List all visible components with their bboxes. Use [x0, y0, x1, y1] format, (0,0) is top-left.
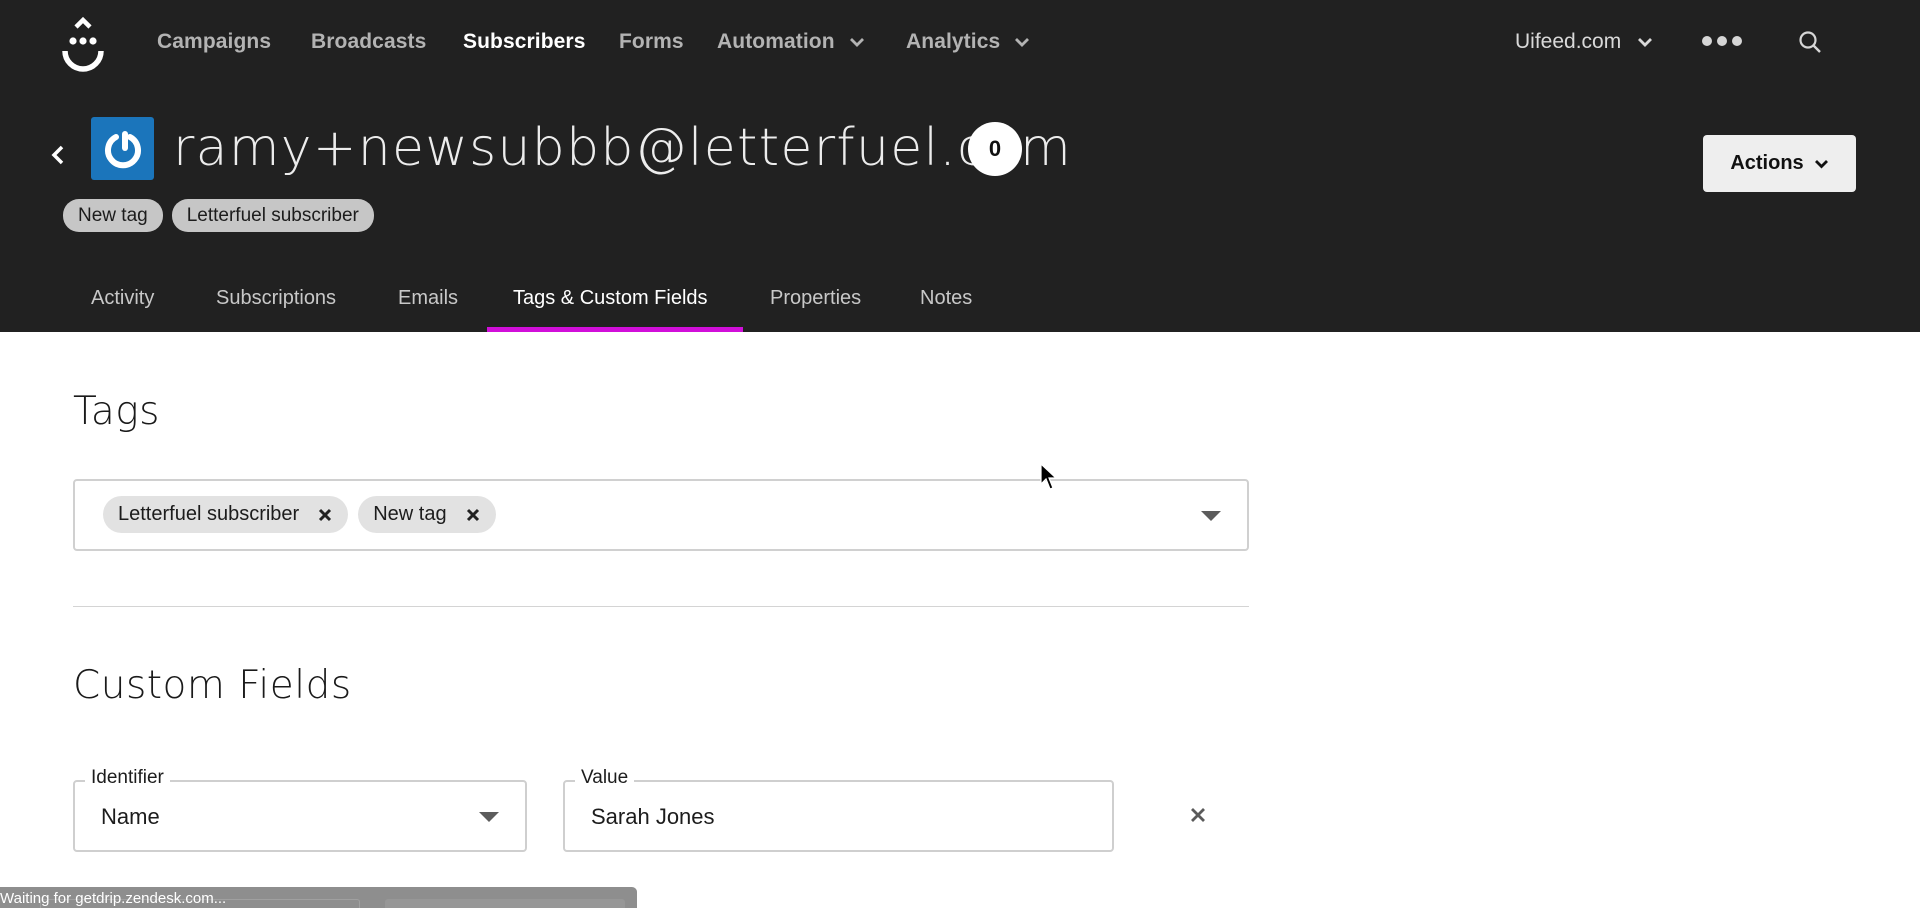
selected-tags: Letterfuel subscriber New tag — [103, 496, 496, 533]
header-tag-list: New tag Letterfuel subscriber — [63, 199, 374, 232]
remove-field-icon[interactable] — [1189, 806, 1207, 824]
browser-status-bar: Waiting for getdrip.zendesk.com... — [0, 887, 637, 908]
value-input-text[interactable]: Sarah Jones — [591, 804, 715, 830]
subscriber-email: ramy+newsubbb@letterfuel.com — [173, 118, 1073, 178]
tags-heading: Tags — [73, 389, 160, 434]
chevron-down-icon — [1638, 38, 1653, 47]
identifier-value: Name — [101, 804, 160, 829]
back-chevron-icon[interactable] — [48, 143, 68, 167]
avatar — [91, 117, 154, 180]
tag-chip-label: New tag — [373, 503, 447, 525]
remove-tag-icon[interactable] — [317, 507, 333, 523]
header-tag[interactable]: Letterfuel subscriber — [171, 199, 374, 232]
tag-chip: New tag — [358, 496, 496, 533]
tab-tags-custom-fields[interactable]: Tags & Custom Fields — [513, 287, 708, 310]
drip-logo-icon[interactable] — [60, 16, 106, 74]
nav-broadcasts[interactable]: Broadcasts — [311, 30, 426, 54]
actions-label: Actions — [1730, 152, 1804, 174]
status-text: Waiting for getdrip.zendesk.com... — [0, 890, 227, 907]
actions-button[interactable]: Actions — [1703, 135, 1856, 192]
identifier-select[interactable]: Identifier Name — [73, 767, 527, 852]
nav-label: Campaigns — [157, 30, 272, 53]
lead-score-badge: 0 — [968, 122, 1022, 176]
tag-chip-label: Letterfuel subscriber — [118, 503, 300, 525]
account-switcher[interactable]: Uifeed.com — [1515, 30, 1653, 54]
remove-tag-icon[interactable] — [465, 507, 481, 523]
power-icon — [104, 130, 141, 168]
nav-analytics[interactable]: Analytics — [906, 30, 1030, 54]
caret-down-icon[interactable] — [1201, 511, 1221, 521]
status-bar-decoration — [385, 899, 625, 908]
subscriber-tabs: Activity Subscriptions Emails Tags & Cus… — [0, 270, 1920, 332]
value-field[interactable]: Value Sarah Jones — [563, 767, 1114, 852]
nav-label: Analytics — [906, 30, 1001, 53]
account-name: Uifeed.com — [1515, 30, 1622, 53]
chevron-down-icon — [1015, 38, 1030, 47]
more-horizontal-icon[interactable] — [1702, 36, 1742, 46]
identifier-label: Identifier — [85, 767, 170, 789]
nav-label: Subscribers — [463, 30, 586, 53]
nav-subscribers[interactable]: Subscribers — [463, 30, 586, 54]
tab-emails[interactable]: Emails — [398, 287, 458, 310]
nav-automation[interactable]: Automation — [717, 30, 865, 54]
tag-chip: Letterfuel subscriber — [103, 496, 349, 533]
chevron-down-icon — [1814, 159, 1828, 168]
nav-label: Broadcasts — [311, 30, 427, 53]
nav-label: Forms — [619, 30, 684, 53]
chevron-down-icon — [849, 38, 864, 47]
nav-label: Automation — [717, 30, 835, 53]
top-navigation: Campaigns Broadcasts Subscribers Forms A… — [0, 0, 1920, 88]
tab-properties[interactable]: Properties — [770, 287, 861, 310]
nav-campaigns[interactable]: Campaigns — [157, 30, 271, 54]
header-tag[interactable]: New tag — [63, 199, 163, 232]
search-icon[interactable] — [1798, 30, 1822, 54]
tab-notes[interactable]: Notes — [920, 287, 972, 310]
active-tab-indicator — [487, 327, 743, 332]
tags-select[interactable]: Letterfuel subscriber New tag — [73, 479, 1249, 551]
subscriber-header: Campaigns Broadcasts Subscribers Forms A… — [0, 0, 1920, 332]
tab-subscriptions[interactable]: Subscriptions — [216, 287, 336, 310]
caret-down-icon[interactable] — [479, 812, 499, 822]
nav-forms[interactable]: Forms — [619, 30, 684, 54]
section-divider — [73, 606, 1249, 607]
custom-fields-heading: Custom Fields — [73, 663, 352, 708]
tab-activity[interactable]: Activity — [91, 287, 154, 310]
value-label: Value — [575, 767, 635, 789]
